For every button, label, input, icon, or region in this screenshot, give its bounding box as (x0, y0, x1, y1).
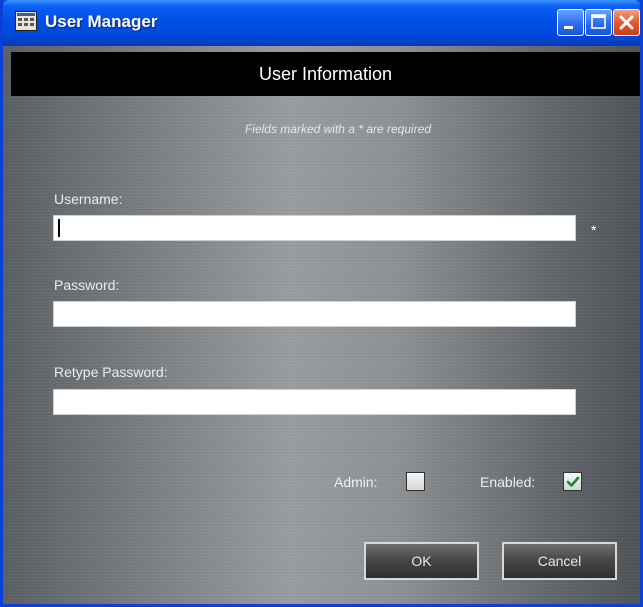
ok-button[interactable]: OK (364, 542, 479, 580)
username-input[interactable] (53, 215, 576, 241)
minimize-icon[interactable] (557, 9, 584, 36)
maximize-icon[interactable] (585, 9, 612, 36)
retype-password-input[interactable] (53, 389, 576, 415)
text-caret (58, 219, 60, 237)
enabled-label: Enabled: (480, 474, 536, 490)
title-bar[interactable]: User Manager (3, 0, 640, 46)
checkmark-icon (566, 476, 580, 487)
user-manager-window: User Manager User Information Fields mar… (0, 0, 643, 607)
dialog-body: User Information Fields marked with a * … (3, 46, 640, 604)
window-title: User Manager (45, 12, 158, 31)
username-label: Username: (54, 191, 123, 207)
cancel-button[interactable]: Cancel (502, 542, 617, 580)
retype-password-label: Retype Password: (54, 364, 168, 380)
required-fields-note: Fields marked with a * are required (244, 122, 432, 136)
password-input[interactable] (53, 301, 576, 327)
admin-label: Admin: (334, 474, 378, 490)
admin-checkbox[interactable] (406, 472, 425, 491)
password-label: Password: (54, 277, 120, 293)
grid-app-icon[interactable] (15, 11, 37, 31)
section-title: User Information (258, 64, 393, 84)
close-icon[interactable] (613, 9, 640, 36)
required-marker: * (591, 222, 597, 238)
section-header: User Information (11, 52, 640, 96)
enabled-checkbox[interactable] (563, 472, 582, 491)
